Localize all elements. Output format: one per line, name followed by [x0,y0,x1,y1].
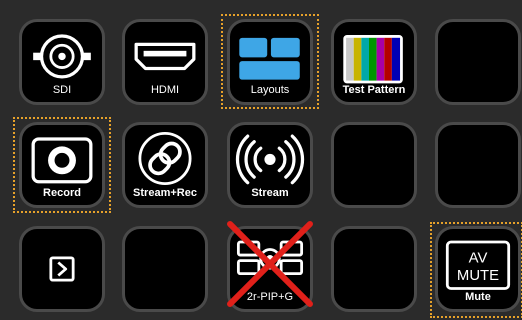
key-hdmi[interactable]: HDMI [122,19,208,105]
key-label: HDMI [150,84,180,96]
key-av-mute[interactable]: AV MUTE Mute [435,226,521,312]
key-empty[interactable] [331,226,417,312]
key-record[interactable]: Record [19,122,105,208]
av-text: AV [469,250,488,266]
key-empty[interactable] [331,122,417,208]
key-label: Layouts [250,84,290,96]
key-stream-rec[interactable]: Stream+Rec [122,122,208,208]
key-test-pattern[interactable]: Test Pattern [331,19,417,105]
key-layouts[interactable]: Layouts [227,19,313,105]
disabled-x-icon [227,221,313,307]
key-sdi[interactable]: SDI [19,19,105,105]
key-empty[interactable] [435,122,521,208]
key-label: Test Pattern [342,84,406,96]
stream-deck-panel: SDI HDMI Layouts Test Pattern Record Str… [0,0,522,320]
key-label: Stream+Rec [133,187,197,199]
key-label: SDI [52,84,72,96]
key-empty[interactable] [122,226,208,312]
key-label: Mute [465,291,491,303]
next-page-icon [49,256,75,282]
key-stream[interactable]: Stream [227,122,313,208]
key-label: Stream [251,187,289,199]
mute-text: MUTE [457,268,499,284]
key-next-page[interactable] [19,226,105,312]
key-empty[interactable] [435,19,521,105]
key-label: Record [43,187,81,199]
